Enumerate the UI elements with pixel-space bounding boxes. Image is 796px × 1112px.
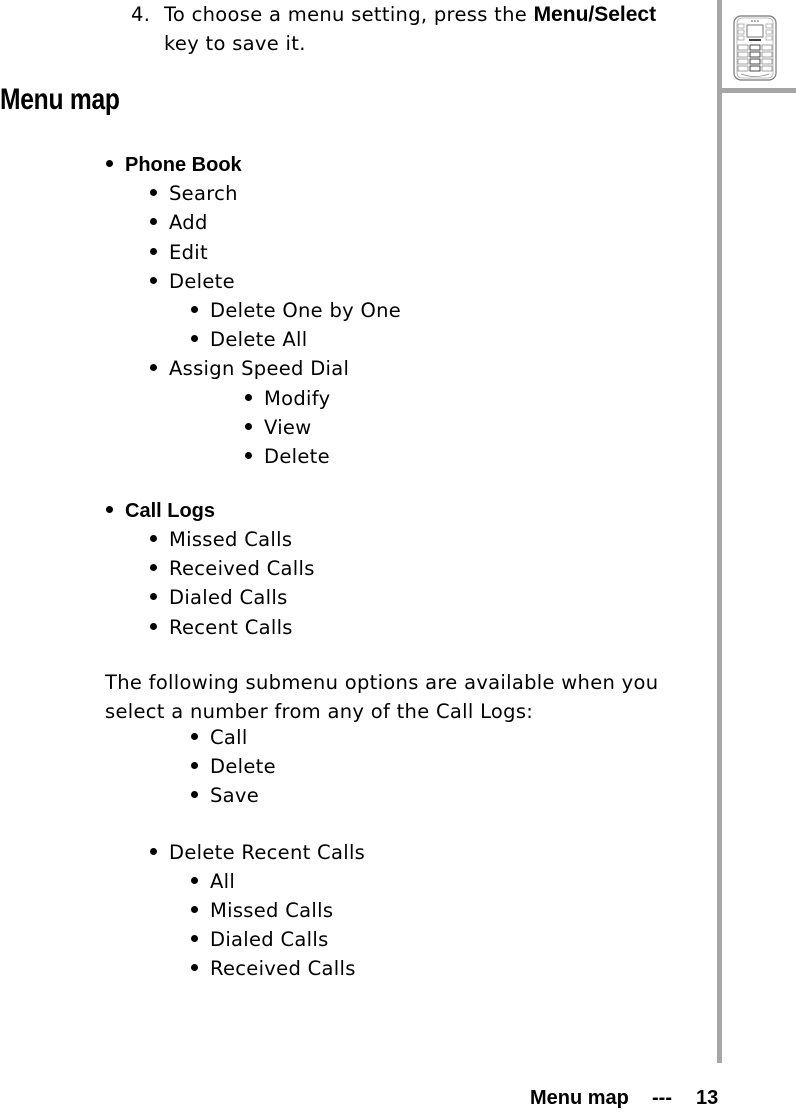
menu-select-key-label: Menu/Select <box>533 3 657 26</box>
step-text-end: key to save it. <box>164 32 306 55</box>
menu-item: Assign Speed Dial <box>150 354 349 383</box>
page-number: 13 <box>696 1087 719 1109</box>
bullet-icon <box>106 506 113 513</box>
menu-item: Delete <box>150 267 235 296</box>
menu-item: Edit <box>150 238 208 267</box>
bullet-icon <box>150 535 157 542</box>
submenu-item: Call <box>191 723 248 752</box>
menu-item-call-logs: Call Logs <box>106 496 215 526</box>
bullet-icon <box>191 935 198 942</box>
bullet-icon <box>191 791 198 798</box>
step-number: 4. <box>131 3 151 26</box>
bullet-icon <box>191 733 198 740</box>
bullet-icon <box>245 452 252 459</box>
submenu-item: Delete <box>191 752 276 781</box>
menu-item-phone-book: Phone Book <box>106 150 242 180</box>
submenu-item: Delete One by One <box>191 296 401 325</box>
bullet-icon <box>106 160 113 167</box>
bullet-icon <box>150 277 157 284</box>
bullet-icon <box>150 218 157 225</box>
submenu-item: Save <box>191 781 259 810</box>
menu-item: Search <box>150 179 238 208</box>
bullet-icon <box>245 394 252 401</box>
bullet-icon <box>150 623 157 630</box>
menu-item: Missed Calls <box>150 525 292 554</box>
menu-item-delete-recent-calls: Delete Recent Calls <box>150 838 365 867</box>
bullet-icon <box>191 306 198 313</box>
call-logs-note: The following submenu options are availa… <box>105 671 659 723</box>
footer-separator: --- <box>652 1087 672 1109</box>
instruction-step: 4. To choose a menu setting, press the M… <box>131 0 724 58</box>
submenu-item: Dialed Calls <box>191 925 329 954</box>
submenu-item: All <box>191 867 235 896</box>
submenu-item: Received Calls <box>191 954 356 983</box>
bullet-icon <box>191 877 198 884</box>
bullet-icon <box>191 906 198 913</box>
margin-rule-horizontal <box>722 88 796 93</box>
submenu-item: Missed Calls <box>191 896 333 925</box>
footer-section-title: Menu map <box>530 1087 629 1109</box>
menu-item: Dialed Calls <box>150 583 288 612</box>
menu-item: Recent Calls <box>150 613 293 642</box>
submenu-item: Delete All <box>191 325 307 354</box>
bullet-icon <box>150 189 157 196</box>
bullet-icon <box>191 335 198 342</box>
submenu-item: View <box>245 413 311 442</box>
bullet-icon <box>150 364 157 371</box>
submenu-item: Modify <box>245 384 330 413</box>
bullet-icon <box>191 762 198 769</box>
bullet-icon <box>191 964 198 971</box>
bullet-icon <box>150 564 157 571</box>
margin-rule-vertical <box>717 0 722 1063</box>
menu-item: Received Calls <box>150 554 315 583</box>
bullet-icon <box>245 423 252 430</box>
bullet-icon <box>150 593 157 600</box>
submenu-item: Delete <box>245 442 330 471</box>
phone-icon <box>733 15 777 81</box>
menu-item: Add <box>150 208 208 237</box>
step-text: To choose a menu setting, press the <box>164 3 534 26</box>
page-title: Menu map <box>0 83 120 116</box>
bullet-icon <box>150 848 157 855</box>
bullet-icon <box>150 248 157 255</box>
